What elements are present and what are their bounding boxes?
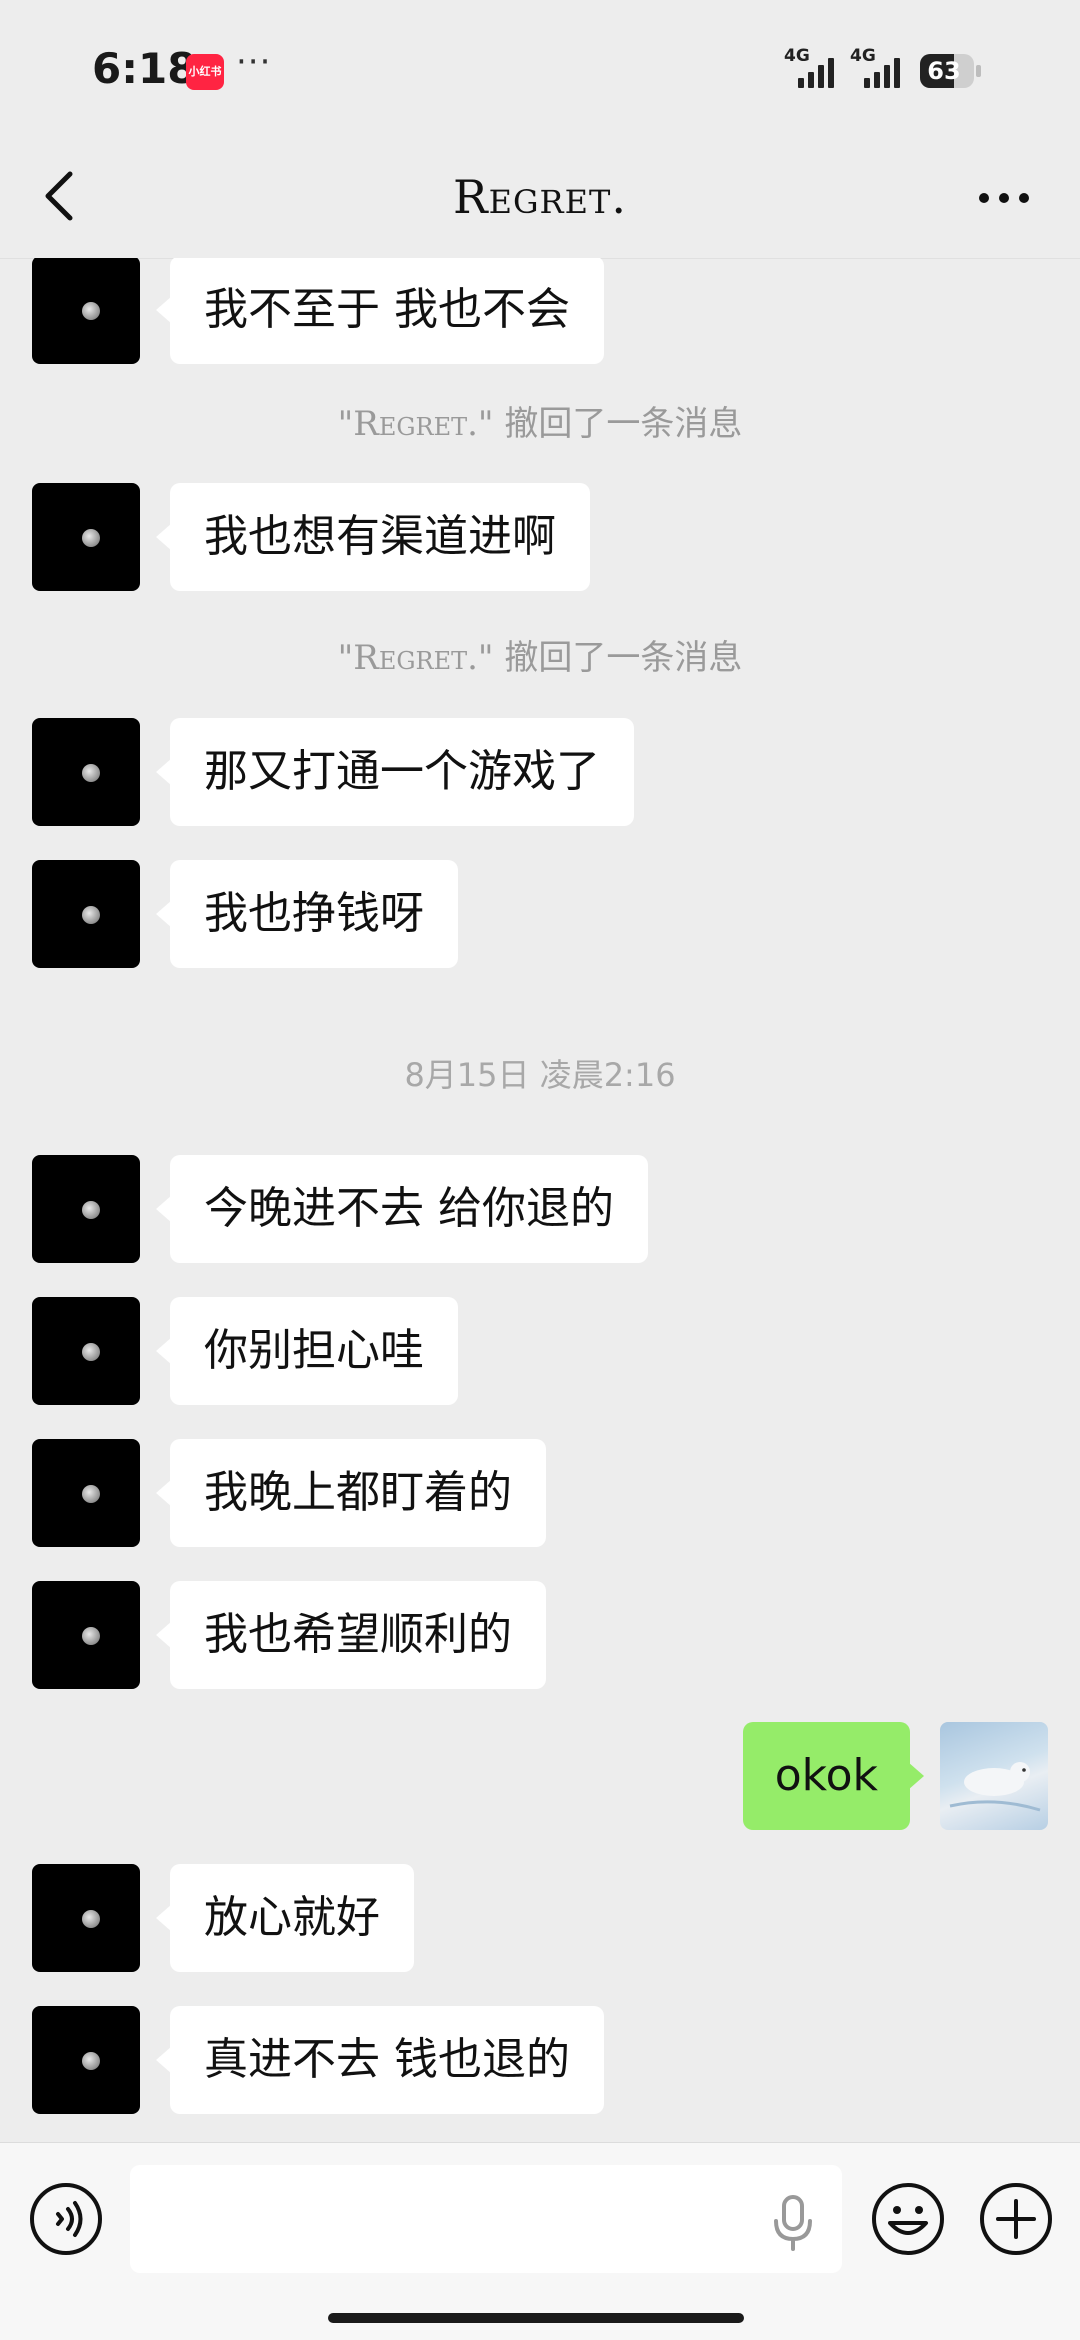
message-bubble-outgoing[interactable]: okok bbox=[742, 1722, 925, 1830]
app-notification-badge: 小红书 bbox=[186, 54, 224, 90]
chat-input-bar bbox=[0, 2142, 1080, 2340]
signal-icon-2: 4G bbox=[850, 46, 900, 88]
voice-icon[interactable] bbox=[28, 2181, 104, 2257]
status-bar: 6:18 小红书 ··· 4G 4G 63 bbox=[0, 0, 1080, 140]
message-row: 放心就好 bbox=[0, 1864, 1080, 1972]
contact-avatar[interactable] bbox=[32, 718, 140, 826]
message-timestamp: 8月15日 凌晨2:16 bbox=[404, 1056, 676, 1094]
message-list[interactable]: 我不至于 我也不会 "Regret." 撤回了一条消息 我也想有渠道进啊 "Re… bbox=[0, 258, 1080, 2142]
message-row: 我不至于 我也不会 bbox=[0, 258, 1080, 364]
emoji-icon[interactable] bbox=[870, 2181, 946, 2257]
recall-text: 撤回了一条消息 bbox=[504, 404, 743, 444]
contact-avatar[interactable] bbox=[32, 1864, 140, 1972]
message-row: 我晚上都盯着的 bbox=[0, 1439, 1080, 1547]
message-bubble[interactable]: 我也想有渠道进啊 bbox=[156, 483, 590, 591]
recall-text: 撤回了一条消息 bbox=[504, 638, 743, 678]
microphone-icon[interactable] bbox=[770, 2193, 816, 2253]
home-indicator[interactable] bbox=[328, 2313, 744, 2323]
contact-avatar[interactable] bbox=[32, 1297, 140, 1405]
contact-avatar[interactable] bbox=[32, 2006, 140, 2114]
message-bubble[interactable]: 我晚上都盯着的 bbox=[156, 1439, 546, 1547]
status-time: 6:18 bbox=[92, 44, 197, 93]
moon-icon bbox=[82, 906, 100, 924]
message-row: 我也希望顺利的 bbox=[0, 1581, 1080, 1689]
message-row-outgoing: okok bbox=[0, 1722, 1080, 1830]
contact-avatar[interactable] bbox=[32, 1155, 140, 1263]
message-bubble[interactable]: 我不至于 我也不会 bbox=[156, 258, 604, 364]
moon-icon bbox=[82, 2052, 100, 2070]
battery-level: 63 bbox=[927, 57, 961, 85]
moon-icon bbox=[82, 1910, 100, 1928]
chat-title: Regret. bbox=[453, 170, 627, 224]
status-more-dots: ··· bbox=[236, 42, 272, 82]
moon-icon bbox=[82, 1343, 100, 1361]
chat-header: Regret. bbox=[0, 140, 1080, 259]
message-row: 那又打通一个游戏了 bbox=[0, 718, 1080, 826]
message-bubble[interactable]: 我也挣钱呀 bbox=[156, 860, 458, 968]
seal-picture bbox=[949, 1762, 1041, 1812]
message-bubble[interactable]: 那又打通一个游戏了 bbox=[156, 718, 634, 826]
moon-icon bbox=[82, 1485, 100, 1503]
more-dots-icon[interactable] bbox=[974, 180, 1034, 216]
message-row: 今晚进不去 给你退的 bbox=[0, 1155, 1080, 1263]
signal-icon: 4G bbox=[784, 46, 834, 88]
contact-avatar[interactable] bbox=[32, 860, 140, 968]
battery-icon: 63 bbox=[920, 54, 981, 88]
contact-avatar[interactable] bbox=[32, 1581, 140, 1689]
message-bubble[interactable]: 我也希望顺利的 bbox=[156, 1581, 546, 1689]
recall-notice: "Regret." 撤回了一条消息 bbox=[0, 630, 1080, 679]
moon-icon bbox=[82, 1627, 100, 1645]
moon-icon bbox=[82, 302, 100, 320]
message-bubble[interactable]: 真进不去 钱也退的 bbox=[156, 2006, 604, 2114]
contact-avatar[interactable] bbox=[32, 1439, 140, 1547]
message-row: 我也挣钱呀 bbox=[0, 860, 1080, 968]
recall-notice: "Regret." 撤回了一条消息 bbox=[0, 396, 1080, 445]
recall-sender: "Regret." bbox=[337, 638, 494, 678]
message-row: 你别担心哇 bbox=[0, 1297, 1080, 1405]
moon-icon bbox=[82, 1201, 100, 1219]
plus-icon[interactable] bbox=[978, 2181, 1054, 2257]
my-avatar[interactable] bbox=[940, 1722, 1048, 1830]
moon-icon bbox=[82, 529, 100, 547]
recall-sender: "Regret." bbox=[337, 404, 494, 444]
message-bubble[interactable]: 你别担心哇 bbox=[156, 1297, 458, 1405]
moon-icon bbox=[82, 764, 100, 782]
message-row: 真进不去 钱也退的 bbox=[0, 2006, 1080, 2114]
message-bubble[interactable]: 放心就好 bbox=[156, 1864, 414, 1972]
message-bubble[interactable]: 今晚进不去 给你退的 bbox=[156, 1155, 648, 1263]
message-input[interactable] bbox=[130, 2165, 842, 2273]
contact-avatar[interactable] bbox=[32, 483, 140, 591]
message-row: 我也想有渠道进啊 bbox=[0, 483, 1080, 591]
contact-avatar[interactable] bbox=[32, 258, 140, 364]
